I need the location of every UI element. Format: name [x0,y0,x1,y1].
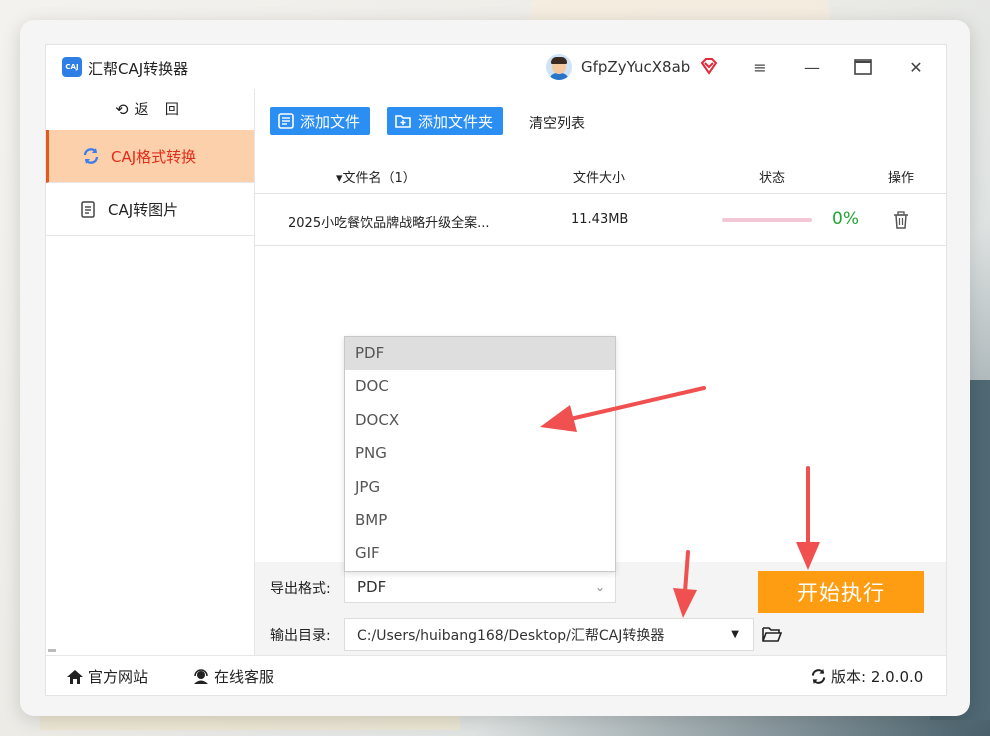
refresh-icon [811,668,826,685]
sidebar-item-caj-image[interactable]: CAJ转图片 [46,183,254,236]
chevron-down-icon: ⌄ [594,579,605,594]
column-filename[interactable]: ▾文件名（1） [336,167,416,186]
online-support-link[interactable]: 在线客服 [192,666,274,687]
title-bar: CAJ 汇帮CAJ转换器 GfpZyYucX8ab ≡ — ✕ [46,45,946,89]
format-label: 导出格式: [270,581,331,597]
file-name: 2025小吃餐饮品牌战略升级全案... [288,216,490,231]
back-button[interactable]: ⟲ 返 回 [46,89,254,129]
format-dropdown-list: PDF DOC DOCX PNG JPG BMP GIF [344,336,616,572]
sidebar: ⟲ 返 回 CAJ格式转换 CAJ转图片 [46,89,255,655]
output-label: 输出目录: [270,628,331,644]
headset-icon [194,668,208,684]
output-path-value: C:/Users/huibang168/Desktop/汇帮CAJ转换器 [357,627,665,644]
format-option[interactable]: DOC [345,370,615,403]
table-header: ▾文件名（1） 文件大小 状态 操作 [255,157,946,194]
sidebar-item-label: CAJ转图片 [108,200,179,219]
status-bar: 官方网站 在线客服 版本: 2.0.0.0 [46,655,946,696]
add-file-button[interactable]: 添加文件 [270,107,371,135]
format-option[interactable]: PNG [345,437,615,470]
format-value: PDF [357,577,387,596]
format-option[interactable]: PDF [345,337,615,371]
add-folder-icon [395,115,411,128]
format-option[interactable]: JPG [345,471,615,504]
close-icon[interactable]: ✕ [905,56,927,78]
add-folder-button[interactable]: 添加文件夹 [387,107,504,135]
avatar-hair [551,57,567,64]
app-logo-icon: CAJ [62,57,82,77]
username[interactable]: GfpZyYucX8ab [581,58,690,76]
maximize-icon[interactable] [852,56,874,78]
app-window: CAJ 汇帮CAJ转换器 GfpZyYucX8ab ≡ — ✕ ⟲ 返 回 CA… [45,44,947,696]
resize-grip[interactable] [48,649,56,652]
format-option[interactable]: GIF [345,537,615,570]
avatar-shirt [549,73,569,80]
delete-icon[interactable] [893,211,909,229]
progress-bar [722,218,812,222]
table-row[interactable]: 2025小吃餐饮品牌战略升级全案... 11.43MB 0% [255,195,946,246]
format-option[interactable]: BMP [345,504,615,537]
column-status: 状态 [759,171,786,186]
app-title: 汇帮CAJ转换器 [88,60,189,78]
add-file-label: 添加文件 [300,112,361,131]
sidebar-item-label: CAJ格式转换 [111,147,197,166]
back-arrow-icon: ⟲ [115,99,129,119]
back-label: 返 回 [134,102,185,118]
column-action: 操作 [888,171,915,186]
support-label: 在线客服 [214,668,275,686]
progress-percent: 0% [832,209,859,229]
version-label: 版本: 2.0.0.0 [831,668,924,686]
sidebar-item-caj-format[interactable]: CAJ格式转换 [46,130,254,183]
home-icon [67,669,83,684]
open-folder-icon[interactable] [762,625,782,643]
start-button[interactable]: 开始执行 [758,571,924,613]
file-size: 11.43MB [571,212,629,227]
format-option[interactable]: DOCX [345,404,615,437]
minimize-icon[interactable]: — [801,56,823,78]
clear-list-button[interactable]: 清空列表 [529,113,585,133]
menu-icon[interactable]: ≡ [749,56,771,78]
website-label: 官方网站 [88,668,149,686]
add-folder-label: 添加文件夹 [418,112,494,131]
version-info[interactable]: 版本: 2.0.0.0 [810,666,923,687]
output-path-select[interactable]: C:/Users/huibang168/Desktop/汇帮CAJ转换器 ▼ [344,618,754,651]
official-website-link[interactable]: 官方网站 [66,666,148,687]
refresh-icon [81,146,101,166]
avatar[interactable] [546,54,572,80]
format-select[interactable]: PDF ⌄ [344,570,616,603]
dropdown-arrow-icon: ▼ [731,629,739,640]
document-icon [78,199,98,219]
column-size: 文件大小 [573,171,626,186]
vip-diamond-icon[interactable] [699,56,719,76]
add-file-icon [278,113,294,129]
